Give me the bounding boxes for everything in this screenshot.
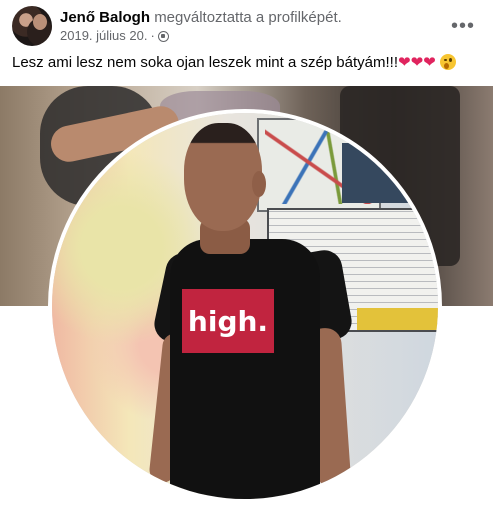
author-avatar[interactable] (12, 6, 52, 46)
post-date-link[interactable]: 2019. július 20. (60, 28, 147, 43)
post-meta: 2019. július 20. · (60, 28, 169, 44)
heart-emoji-2: ❤ (410, 54, 424, 71)
wink-emoji (439, 54, 456, 70)
heart-emoji-3: ❤ (423, 54, 436, 71)
post-text-body: Lesz ami lesz nem soka ojan leszek mint … (12, 54, 399, 71)
more-options-button[interactable]: ••• (447, 10, 479, 42)
torso (170, 239, 320, 499)
shirt-logo-text: high. (187, 304, 269, 338)
meta-separator: · (150, 28, 155, 43)
more-dots-icon: ••• (450, 15, 475, 37)
head (184, 123, 262, 231)
author-name-link[interactable]: Jenő Balogh (60, 9, 150, 26)
person-figure: high. (52, 113, 438, 499)
post-title-line: Jenő Balogh megváltoztatta a profilképét… (60, 8, 342, 27)
post-action-text: megváltoztatta a profilképét. (154, 9, 342, 26)
post-text: Lesz ami lesz nem soka ojan leszek mint … (12, 53, 456, 73)
globe-icon[interactable] (157, 31, 169, 42)
shirt-logo: high. (182, 289, 274, 353)
heart-emoji-1: ❤ (398, 54, 411, 71)
profile-picture[interactable]: high. (48, 109, 442, 503)
post-header: Jenő Balogh megváltoztatta a profilképét… (12, 6, 481, 46)
ear (252, 171, 266, 197)
